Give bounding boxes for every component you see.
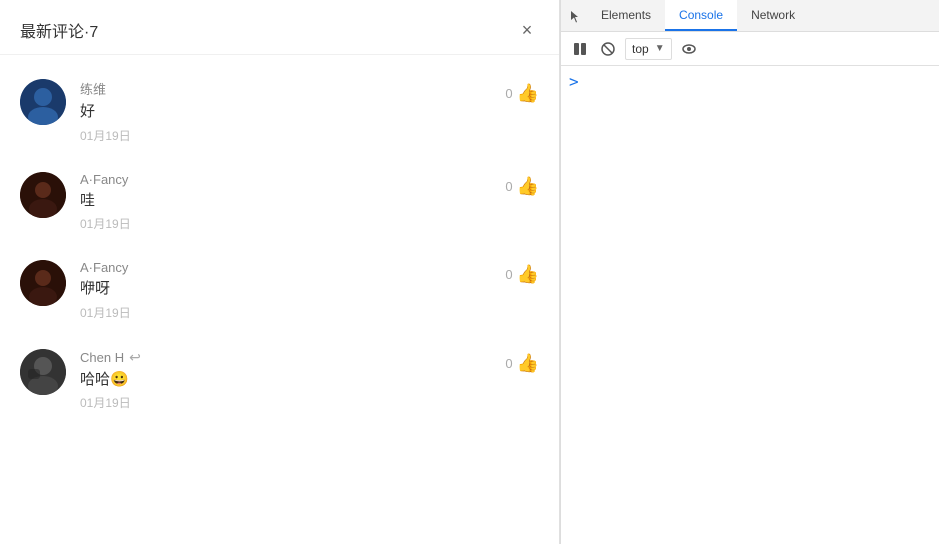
like-count: 0	[505, 86, 512, 101]
tab-elements[interactable]: Elements	[587, 0, 665, 31]
comment-username: A·Fancy	[80, 172, 489, 187]
comment-text: 好	[80, 101, 489, 124]
cursor-tool-icon[interactable]	[565, 5, 587, 27]
comments-header: 最新评论·7 ×	[0, 0, 559, 55]
comment-item: A·Fancy 哇 01月19日 0 👍	[0, 158, 559, 247]
comment-date: 01月19日	[80, 127, 489, 144]
comment-text: 哈哈😀	[80, 369, 489, 392]
comment-username: Chen H ↩	[80, 349, 489, 366]
comment-like: 0 👍	[489, 260, 539, 285]
like-count: 0	[505, 267, 512, 282]
avatar	[20, 79, 66, 125]
comment-item: A·Fancy 咿呀 01月19日 0 👍	[0, 246, 559, 335]
avatar	[20, 172, 66, 218]
tab-console[interactable]: Console	[665, 0, 737, 31]
comment-content: Chen H ↩ 哈哈😀 01月19日	[80, 349, 489, 412]
avatar	[20, 349, 66, 395]
comment-content: A·Fancy 哇 01月19日	[80, 172, 489, 233]
comment-like: 0 👍	[489, 79, 539, 104]
comment-date: 01月19日	[80, 304, 489, 321]
comment-text: 哇	[80, 190, 489, 213]
comment-username: 练维	[80, 79, 489, 98]
comment-date: 01月19日	[80, 394, 489, 411]
comment-content: 练维 好 01月19日	[80, 79, 489, 144]
avatar	[20, 260, 66, 306]
comments-panel: 最新评论·7 × 练维 好 01月19日 0 👍	[0, 0, 560, 544]
thumbup-icon[interactable]: 👍	[517, 176, 539, 197]
devtools-panel: Elements Console Network top ▼	[560, 0, 939, 544]
comment-text: 咿呀	[80, 278, 489, 301]
like-count: 0	[505, 356, 512, 371]
console-prompt: >	[569, 74, 931, 90]
context-label: top	[632, 42, 649, 56]
like-count: 0	[505, 179, 512, 194]
run-script-icon[interactable]	[569, 38, 591, 60]
console-caret: >	[569, 74, 579, 90]
close-button[interactable]: ×	[515, 18, 539, 42]
comment-item: 练维 好 01月19日 0 👍	[0, 65, 559, 158]
comment-date: 01月19日	[80, 215, 489, 232]
thumbup-icon[interactable]: 👍	[517, 264, 539, 285]
tab-network[interactable]: Network	[737, 0, 809, 31]
thumbup-icon[interactable]: 👍	[517, 83, 539, 104]
devtools-toolbar: top ▼	[561, 32, 939, 66]
comment-username: A·Fancy	[80, 260, 489, 275]
comment-like: 0 👍	[489, 172, 539, 197]
reply-icon: ↩	[129, 349, 141, 366]
comment-like: 0 👍	[489, 349, 539, 374]
comments-list: 练维 好 01月19日 0 👍 A·Fancy	[0, 55, 559, 544]
console-area[interactable]: >	[561, 66, 939, 544]
comments-title: 最新评论·7	[20, 18, 98, 42]
thumbup-icon[interactable]: 👍	[517, 353, 539, 374]
context-selector[interactable]: top ▼	[625, 38, 672, 60]
comment-item: Chen H ↩ 哈哈😀 01月19日 0 👍	[0, 335, 559, 426]
clear-console-icon[interactable]	[597, 38, 619, 60]
eye-icon[interactable]	[678, 38, 700, 60]
dropdown-icon: ▼	[655, 43, 665, 54]
comment-content: A·Fancy 咿呀 01月19日	[80, 260, 489, 321]
devtools-tabs: Elements Console Network	[561, 0, 939, 32]
